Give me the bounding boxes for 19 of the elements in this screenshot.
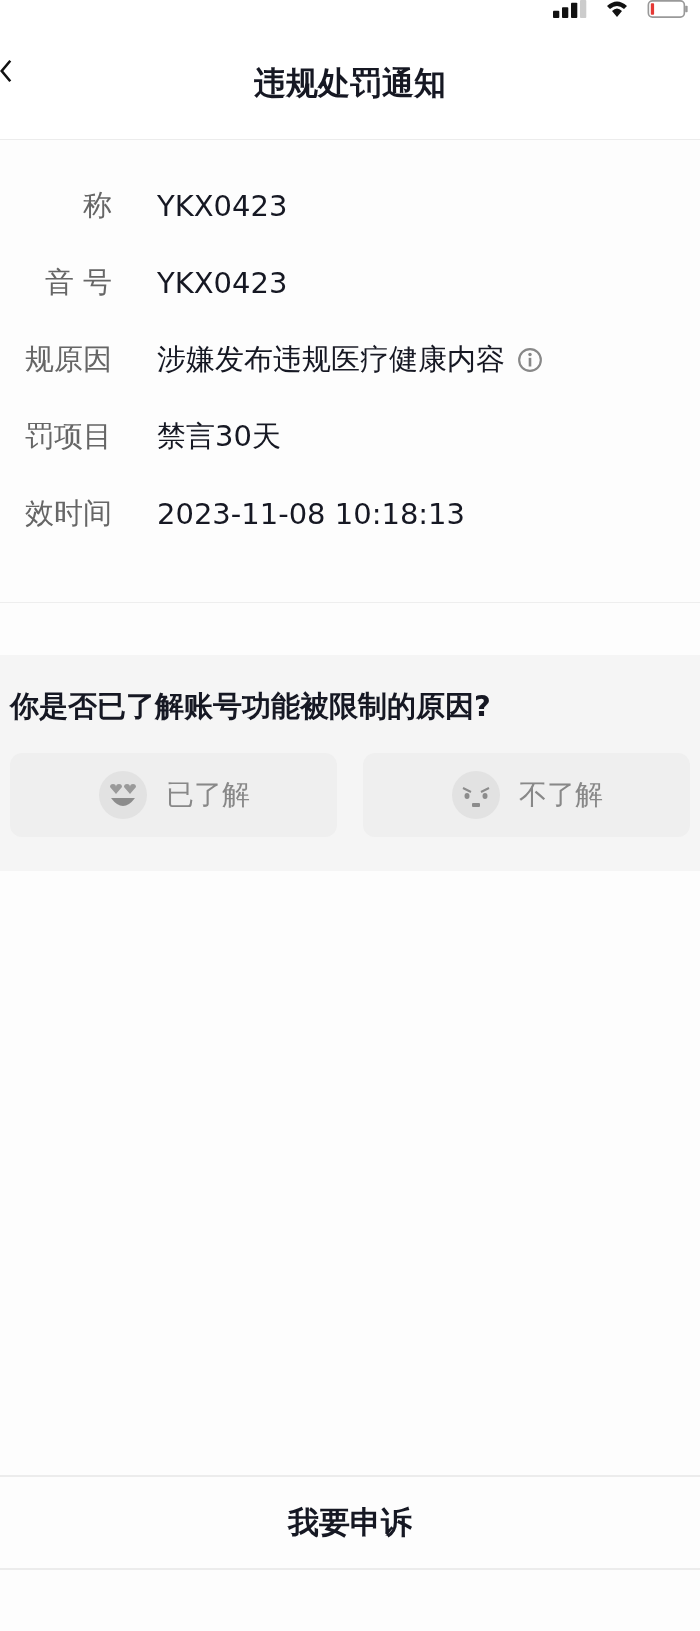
field-value: YKX0423 — [157, 266, 288, 300]
field-label: 罚项目 — [24, 418, 112, 455]
field-value: YKX0423 — [157, 189, 288, 223]
frowning-face-icon — [450, 770, 501, 820]
answer-button[interactable]: 已了解 — [10, 753, 337, 837]
field-value: 涉嫌发布违规医疗健康内容 — [157, 341, 505, 378]
field-label: 效时间 — [24, 495, 112, 532]
field-label: 规原因 — [24, 341, 112, 378]
answer-button[interactable]: 不了解 — [363, 753, 690, 837]
question-text: 你是否已了解账号功能被限制的原因? — [10, 688, 492, 725]
info-icon[interactable] — [517, 347, 543, 373]
field-value: 禁言30天 — [157, 418, 281, 455]
smiling-face-icon — [97, 770, 148, 820]
back-icon[interactable] — [0, 58, 12, 84]
field-value: 2023-11-08 10:18:13 — [157, 497, 465, 531]
page-title: 违规处罚通知 — [254, 62, 446, 104]
field-label: 称 — [82, 187, 112, 224]
appeal-button[interactable]: 我要申诉 — [282, 1500, 418, 1545]
field-label: 音 号 — [43, 264, 112, 301]
